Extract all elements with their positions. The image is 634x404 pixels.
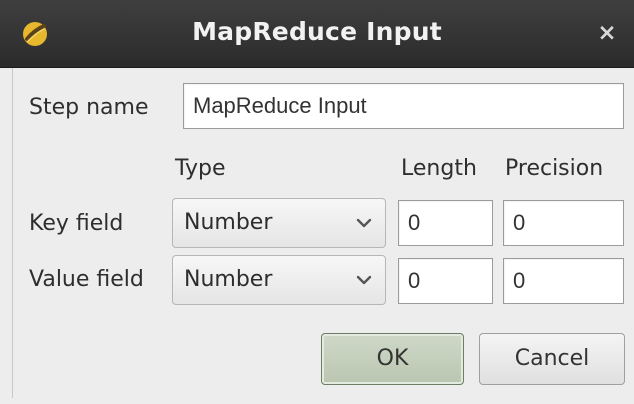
length-header: Length [401, 156, 477, 181]
precision-header: Precision [505, 156, 604, 181]
value-precision-input[interactable] [503, 258, 624, 304]
chevron-down-icon [356, 218, 372, 228]
value-field-label: Value field [29, 267, 144, 292]
value-type-value: Number [184, 267, 273, 292]
key-length-input[interactable] [398, 200, 493, 246]
dialog-content: Step name Type Length Precision Key fiel… [12, 68, 633, 398]
key-type-select[interactable]: Number [172, 198, 386, 248]
title-bar[interactable]: MapReduce Input × [0, 0, 634, 68]
step-name-label: Step name [29, 95, 149, 120]
key-type-value: Number [184, 210, 273, 235]
mapreduce-input-dialog: MapReduce Input × Step name Type Length … [0, 0, 634, 404]
step-name-input[interactable] [183, 83, 624, 129]
value-length-input[interactable] [398, 258, 493, 304]
key-field-label: Key field [29, 211, 124, 236]
ok-button[interactable]: OK [321, 333, 464, 385]
key-precision-input[interactable] [503, 200, 624, 246]
cancel-button[interactable]: Cancel [479, 333, 625, 385]
type-header: Type [175, 156, 226, 181]
value-type-select[interactable]: Number [172, 255, 386, 305]
close-icon[interactable]: × [594, 20, 620, 46]
chevron-down-icon [356, 275, 372, 285]
dialog-title: MapReduce Input [192, 17, 442, 46]
